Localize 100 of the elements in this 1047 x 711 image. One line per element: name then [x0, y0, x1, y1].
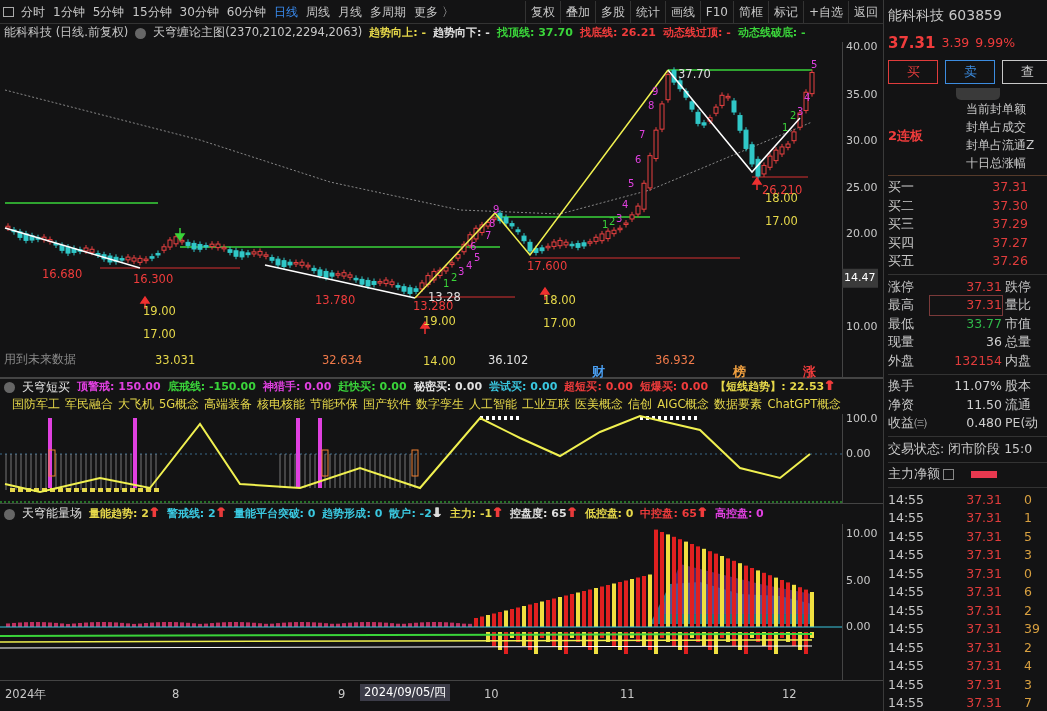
stock-name: 能科科技 603859	[888, 5, 1002, 25]
tick-price: 37.31	[965, 638, 1002, 657]
tick-price: 37.31	[965, 657, 1002, 676]
price-label: 17.600	[527, 261, 568, 273]
count-digit: 2	[609, 217, 616, 227]
indicator-name: 天穹短买	[22, 379, 70, 396]
count-digit: 9	[652, 87, 659, 97]
concept-tag[interactable]: 国产软件	[363, 396, 412, 414]
toolbar-button[interactable]: 简框	[732, 0, 768, 23]
count-digit: 1	[443, 279, 450, 289]
price-percent: 9.99%	[975, 33, 1015, 52]
stat-value: 132154	[953, 351, 1002, 370]
tick-volume: 0	[1024, 564, 1032, 583]
indicator-param: 主力: -1	[449, 505, 493, 522]
price-label: 19.00	[143, 306, 176, 318]
period-tab[interactable]: 1分钟	[49, 0, 89, 23]
stat-label: 股本	[1005, 377, 1031, 396]
streak-label: 2连板	[888, 126, 925, 145]
concept-tag[interactable]: ChatGPT概念	[767, 396, 842, 414]
concept-tag[interactable]: 人工智能	[469, 396, 518, 414]
stat-value: 11.50	[965, 395, 1002, 414]
toolbar-button[interactable]: 多股	[594, 0, 630, 23]
indicator-param: 量能平台突破: 0	[233, 505, 316, 522]
count-digit: 7	[639, 130, 646, 140]
count-digit: 8	[489, 219, 496, 229]
price-label: 用到未来数据	[4, 354, 76, 366]
trend-arrow: ↑	[215, 505, 227, 522]
toolbar-button[interactable]: 标记	[767, 0, 803, 23]
concept-tag[interactable]: 军民融合	[65, 396, 113, 414]
period-tab[interactable]: 分时	[17, 0, 49, 23]
concept-tag[interactable]: 节能环保	[310, 396, 359, 414]
toolbar-button[interactable]: 复权	[524, 0, 560, 23]
axis-tick: 35.00	[846, 86, 878, 103]
stat-value: 33.77	[965, 314, 1002, 333]
period-tab[interactable]: 更多 〉	[410, 0, 458, 23]
tick-time: 14:55	[888, 638, 926, 657]
axis-tick: 40.00	[846, 38, 878, 55]
concept-tag[interactable]: 国防军工	[12, 396, 60, 414]
axis-tick: 5.00	[846, 572, 871, 589]
bid-label: 买五	[888, 252, 915, 271]
axis-label: 2024年	[5, 686, 47, 703]
concept-tag[interactable]: 大飞机	[118, 396, 154, 414]
count-digit: 3	[797, 107, 804, 117]
count-digit: 1	[782, 123, 789, 133]
period-tab[interactable]: 多周期	[366, 0, 411, 23]
trade-button[interactable]: 买	[888, 60, 938, 84]
stat-label: 净资	[888, 395, 915, 414]
tick-price: 37.31	[965, 564, 1002, 583]
main-net-label: 主力净额	[888, 465, 940, 484]
price-label: 36.102	[488, 355, 529, 367]
concept-tag[interactable]: 核电核能	[257, 396, 306, 414]
tick-volume: 0	[1024, 490, 1032, 509]
current-price-label: 14.47	[842, 268, 878, 288]
tick-volume: 2	[1024, 638, 1032, 657]
tick-time: 14:55	[888, 564, 926, 583]
concept-tag[interactable]: 医美概念	[575, 396, 624, 414]
period-tab[interactable]: 月线	[334, 0, 367, 23]
stat-value: 37.31	[930, 296, 1002, 316]
tick-volume: 7	[1024, 694, 1032, 711]
toolbar-button[interactable]: 叠加	[559, 0, 595, 23]
bid-price: 37.30	[991, 196, 1028, 215]
concept-tag[interactable]: 5G概念	[159, 396, 200, 414]
price-label: 17.00	[143, 329, 176, 341]
concept-tag[interactable]: 数据要素	[714, 396, 763, 414]
stat-label: 涨停	[888, 277, 915, 296]
toolbar-button[interactable]: 统计	[629, 0, 665, 23]
concept-tag[interactable]: 高端装备	[204, 396, 253, 414]
stat-label: 收益㈢	[888, 414, 928, 433]
toolbar-button[interactable]: 返回	[848, 0, 883, 23]
count-digit: 7	[485, 231, 492, 241]
indicator-param: 尝试买: 0.00	[489, 379, 558, 396]
concept-tag[interactable]: 信创	[628, 396, 653, 414]
tick-time: 14:55	[888, 509, 926, 528]
period-tab[interactable]: 5分钟	[88, 0, 129, 23]
price-label: 33.031	[155, 355, 196, 367]
count-digit: 8	[648, 101, 655, 111]
tick-price: 37.31	[965, 527, 1002, 546]
concept-tag[interactable]: 工业互联	[522, 396, 571, 414]
price-label: 32.634	[322, 355, 363, 367]
toolbar-button[interactable]: F10	[699, 0, 733, 23]
tick-time: 14:55	[888, 583, 926, 602]
stock-price: 37.31	[888, 32, 936, 54]
period-tab[interactable]: 日线	[270, 0, 303, 23]
indicator-param: 低控盘: 0	[584, 505, 634, 522]
tick-price: 37.31	[965, 620, 1002, 639]
trend-arrow: ↑	[492, 505, 504, 522]
trend-arrow: ↑	[697, 505, 708, 522]
axis-label: 9	[338, 686, 346, 703]
toolbar-button[interactable]: +自选	[802, 0, 848, 23]
concept-tag[interactable]: AIGC概念	[657, 396, 710, 414]
tick-price: 37.31	[965, 509, 1002, 528]
period-tab[interactable]: 15分钟	[128, 0, 176, 23]
period-tab[interactable]: 30分钟	[175, 0, 223, 23]
period-tab[interactable]: 周线	[302, 0, 335, 23]
toolbar-button[interactable]: 画线	[664, 0, 700, 23]
trade-button[interactable]: 查	[1002, 60, 1047, 84]
tick-time: 14:55	[888, 620, 926, 639]
trade-button[interactable]: 卖	[945, 60, 995, 84]
period-tab[interactable]: 60分钟	[222, 0, 271, 23]
concept-tag[interactable]: 数字孪生	[416, 396, 465, 414]
